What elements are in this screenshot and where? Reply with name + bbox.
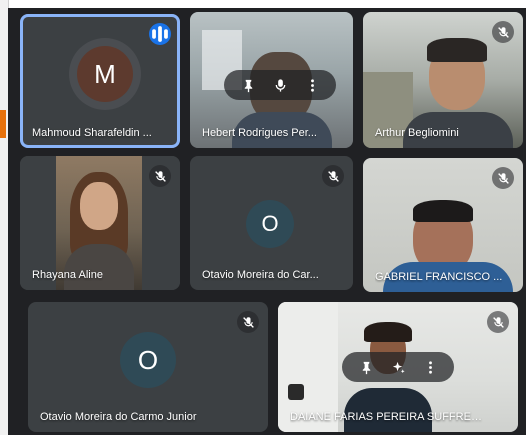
avatar: O (246, 200, 294, 248)
participant-tile-otavio[interactable]: O Otavio Moreira do Car... (190, 156, 353, 290)
mic-icon[interactable] (269, 74, 291, 96)
avatar: M (77, 46, 133, 102)
tile-hover-controls (224, 70, 336, 100)
participant-tile-otavio-junior[interactable]: O Otavio Moreira do Carmo Junior (28, 302, 268, 432)
avatar-letter: O (137, 344, 159, 375)
avatar-letter: M (94, 58, 116, 89)
participant-name: Mahmoud Sharafeldin ... (32, 127, 152, 139)
participant-name: GABRIEL FRANCISCO ... (375, 271, 503, 283)
mic-off-icon (237, 311, 259, 333)
participant-tile-hebert[interactable]: Hebert Rodrigues Per... (190, 12, 353, 148)
participant-name: Arthur Begliomini (375, 127, 459, 139)
mic-off-icon (322, 165, 344, 187)
mic-off-icon (492, 21, 514, 43)
mic-off-icon (487, 311, 509, 333)
more-vert-icon[interactable] (419, 356, 441, 378)
pin-icon[interactable] (237, 74, 259, 96)
participant-tile-rhayana[interactable]: Rhayana Aline (20, 156, 180, 290)
participant-tile-mahmoud[interactable]: M Mahmoud Sharafeldin ... (20, 14, 180, 148)
left-edge-accent (0, 110, 6, 138)
tile-hover-controls (342, 352, 454, 382)
avatar: O (120, 332, 176, 388)
more-vert-icon[interactable] (301, 74, 323, 96)
audio-level-icon (149, 23, 171, 45)
participant-tile-gabriel[interactable]: GABRIEL FRANCISCO ... (363, 158, 523, 292)
participant-tile-daiane[interactable]: DAIANE FARIAS PEREIRA SUFFREDINI (278, 302, 518, 432)
participant-name: Hebert Rodrigues Per... (202, 127, 317, 139)
meeting-grid: M Mahmoud Sharafeldin ... Hebert Rodrigu… (8, 8, 526, 435)
sparkle-effects-icon[interactable] (387, 356, 409, 378)
participant-name: Rhayana Aline (32, 269, 103, 281)
participant-tile-arthur[interactable]: Arthur Begliomini (363, 12, 523, 148)
participant-name: Otavio Moreira do Car... (202, 269, 319, 281)
participant-name: Otavio Moreira do Carmo Junior (40, 411, 197, 423)
participant-name: DAIANE FARIAS PEREIRA SUFFREDINI (290, 411, 487, 423)
mic-off-icon (149, 165, 171, 187)
avatar-letter: O (261, 211, 279, 236)
mic-off-icon (492, 167, 514, 189)
pin-icon[interactable] (355, 356, 377, 378)
